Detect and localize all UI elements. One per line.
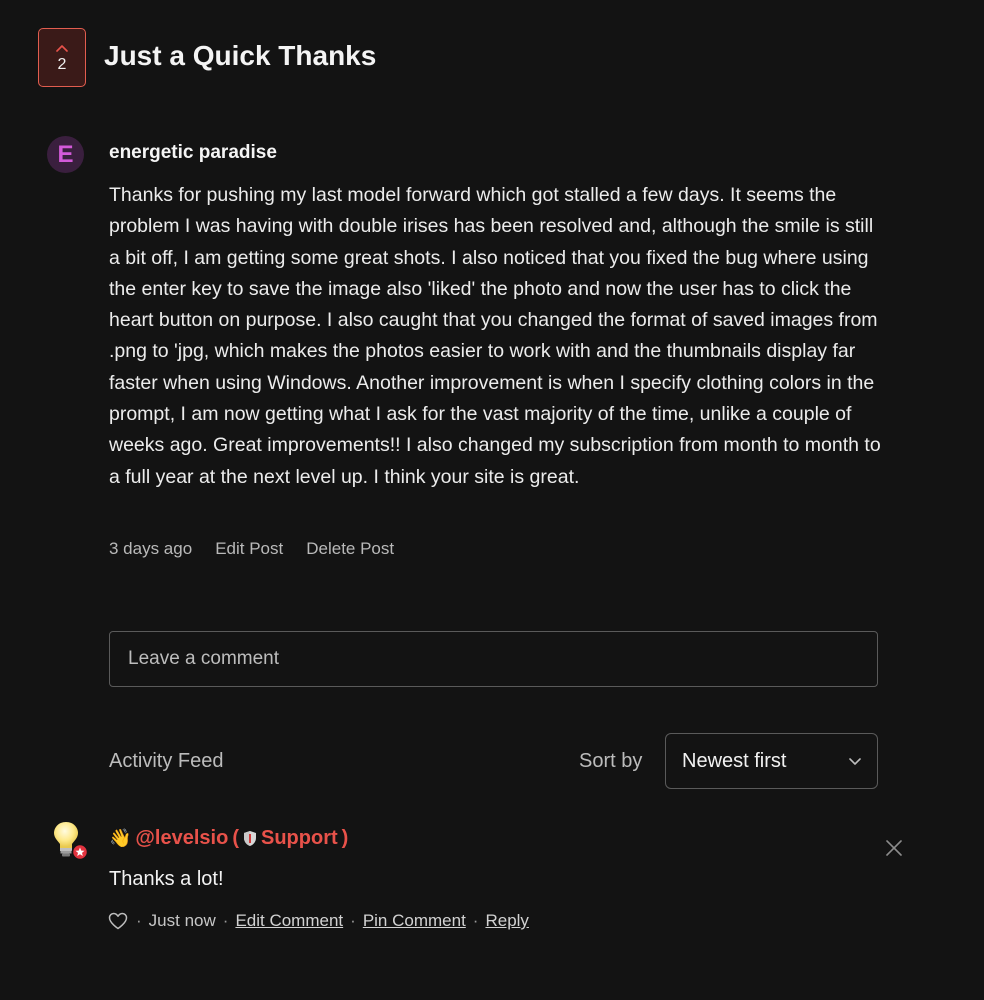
post-page: 2 Just a Quick Thanks E energetic paradi…: [0, 0, 984, 1000]
separator: ·: [472, 911, 479, 930]
edit-comment-link[interactable]: Edit Comment: [235, 911, 343, 931]
sort-select[interactable]: Newest first: [665, 733, 878, 789]
comment-input[interactable]: [109, 631, 878, 687]
author-name[interactable]: energetic paradise: [109, 142, 277, 164]
sort-by-label: Sort by: [579, 750, 643, 772]
upvote-button[interactable]: 2: [38, 28, 86, 87]
delete-post-link[interactable]: Delete Post: [306, 539, 394, 559]
post-meta: 3 days ago Edit Post Delete Post: [109, 539, 394, 559]
author-avatar[interactable]: E: [47, 136, 84, 173]
post-title: Just a Quick Thanks: [104, 40, 377, 71]
role-open-paren: (: [232, 827, 239, 849]
separator: ·: [222, 911, 229, 930]
shield-icon: [243, 831, 256, 846]
separator: ·: [350, 911, 356, 930]
post-body: Thanks for pushing my last model forward…: [109, 184, 881, 488]
chevron-up-icon: [56, 44, 68, 52]
edit-post-link[interactable]: Edit Post: [215, 539, 283, 559]
pin-comment-link[interactable]: Pin Comment: [363, 911, 466, 931]
role-close-paren: ): [341, 827, 349, 849]
upvote-count: 2: [57, 55, 67, 73]
comment-text: Thanks a lot!: [109, 868, 224, 890]
separator: ·: [136, 911, 142, 930]
waving-hand-icon: 👋: [109, 828, 132, 848]
sort-selected-value: Newest first: [682, 749, 787, 772]
close-icon[interactable]: [884, 838, 904, 858]
lightbulb-icon: [54, 822, 88, 860]
comment-author-handle[interactable]: @levelsio: [135, 827, 228, 850]
comment-timestamp: Just now: [148, 911, 216, 930]
comment-author-role: Support: [260, 827, 338, 849]
comment-actions: · Just now · Edit Comment · Pin Comment …: [108, 911, 529, 931]
post-timestamp: 3 days ago: [109, 539, 193, 558]
reply-link[interactable]: Reply: [485, 911, 528, 931]
comment-author[interactable]: 👋 @levelsio ( Support ): [109, 827, 348, 850]
heart-icon[interactable]: [108, 912, 128, 930]
chevron-down-icon: [849, 757, 861, 765]
activity-feed-label: Activity Feed: [109, 750, 224, 772]
